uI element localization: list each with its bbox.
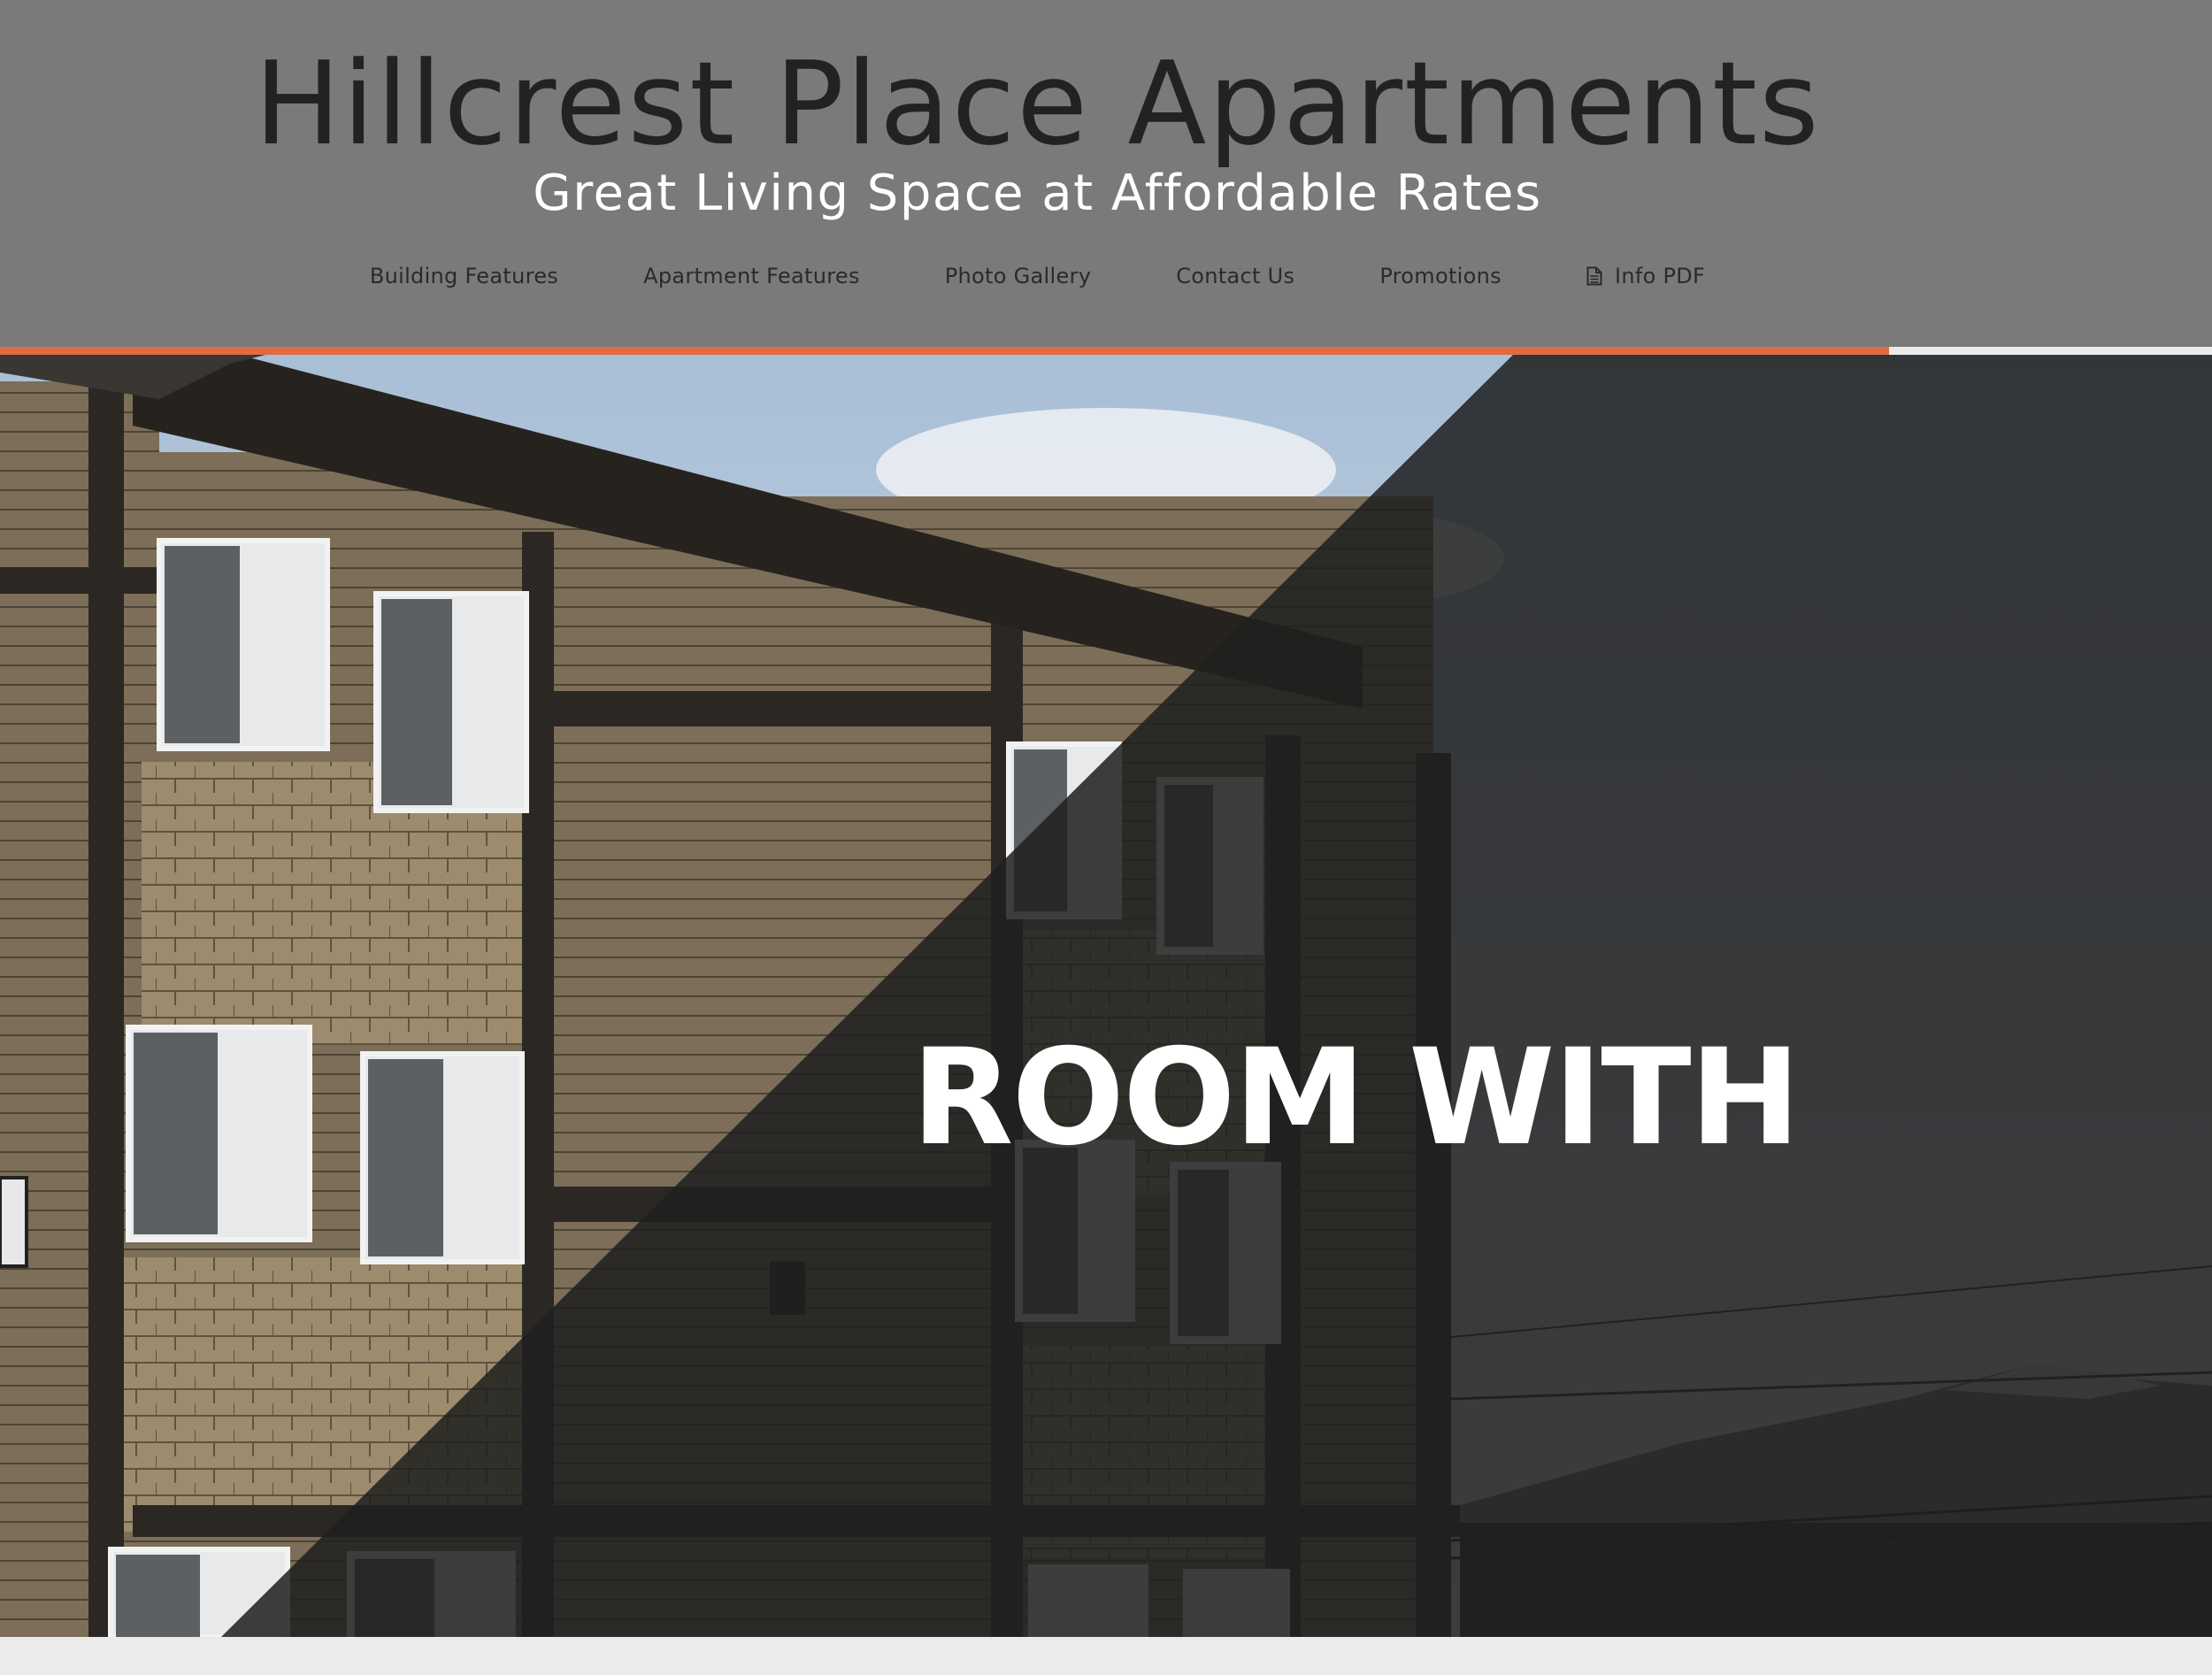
nav-item-label: Apartment Features [643,264,860,288]
nav-item-building-features[interactable]: Building Features [370,264,558,288]
site-tagline: Great Living Space at Affordable Rates [533,165,1542,222]
nav-item-photo-gallery[interactable]: Photo Gallery [945,264,1091,288]
nav-item-info-pdf[interactable]: Info PDF [1586,264,1705,288]
nav-item-promotions[interactable]: Promotions [1379,264,1502,288]
nav-item-apartment-features[interactable]: Apartment Features [643,264,860,288]
site-header: Hillcrest Place Apartments Great Living … [0,0,2212,347]
hero-headline: ROOM WITH [911,1021,1801,1175]
page-footer-strip [0,1637,2212,1675]
nav-item-contact-us[interactable]: Contact Us [1176,264,1294,288]
nav-item-label: Promotions [1379,264,1502,288]
header-accent-bar [0,347,1889,355]
document-icon [1586,266,1602,286]
nav-item-label: Info PDF [1614,264,1706,288]
hero-banner: ROOM WITH [0,355,2212,1637]
nav-item-label: Building Features [369,264,559,288]
hero-building-image [0,355,2212,1637]
nav-item-label: Photo Gallery [944,264,1092,288]
nav-item-label: Contact Us [1176,264,1295,288]
site-title[interactable]: Hillcrest Place Apartments [0,37,2075,170]
main-nav: Building Features Apartment Features Pho… [0,258,2075,294]
